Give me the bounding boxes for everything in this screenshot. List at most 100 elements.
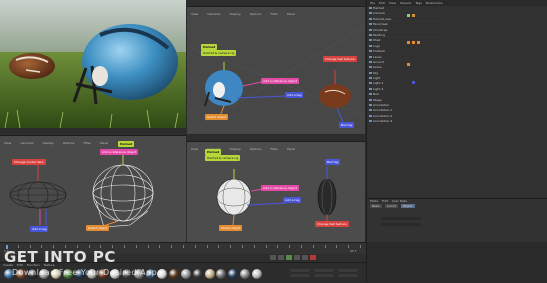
object-icon — [369, 114, 372, 117]
object-tree: Helmet Camera Helmet_Geo Facemask Chinstrap P… — [367, 6, 445, 125]
note-ball-tag[interactable]: Ball tag — [339, 122, 355, 128]
object-label: Annotation — [373, 103, 390, 108]
prev-frame-icon[interactable] — [278, 255, 284, 260]
timeline-tick — [324, 245, 326, 248]
material-swatch[interactable] — [204, 269, 215, 279]
record-icon[interactable] — [310, 255, 316, 260]
menu-objects[interactable]: Objects — [400, 1, 411, 5]
render-image — [0, 0, 186, 128]
attribute-field[interactable] — [381, 217, 421, 220]
note-select[interactable]: Select object — [86, 225, 110, 231]
timeline-tick — [277, 245, 279, 248]
attributes-manager[interactable]: Mode Edit User Data Basic Coord Object — [366, 198, 547, 243]
coord-field[interactable] — [290, 269, 310, 272]
play-icon[interactable] — [286, 255, 292, 260]
object-label: Annotation.2 — [373, 113, 393, 118]
viewport-perspective-bottom-left[interactable]: View Cameras Display Options Filter Pane… — [0, 129, 186, 242]
object-icon — [369, 55, 372, 58]
note-tag[interactable]: Add a tag — [285, 92, 304, 98]
menu-bookmarks[interactable]: Bookmarks — [426, 1, 443, 5]
object-label: Grass — [373, 65, 382, 70]
note-change-model[interactable]: Change model here — [12, 159, 46, 165]
object-icon — [369, 120, 372, 123]
timeline-tick — [348, 245, 350, 248]
timeline-tick — [336, 245, 338, 248]
frame-end: 90 F — [350, 249, 357, 253]
material-swatch[interactable] — [228, 269, 239, 279]
note-helmet-title[interactable]: Helmet — [118, 141, 135, 147]
coord-field[interactable] — [314, 269, 334, 272]
object-label: Padding — [373, 32, 385, 37]
menu-file[interactable]: File — [370, 1, 375, 5]
object-label: Laces — [373, 54, 382, 59]
helmet-wireframe — [92, 164, 154, 228]
menu-user-data[interactable]: User Data — [392, 199, 407, 203]
object-label: Annotation.1 — [373, 108, 393, 113]
note-ball-texture[interactable]: Change ball texture — [315, 221, 349, 227]
coord-field[interactable] — [290, 274, 310, 277]
coord-field[interactable] — [338, 274, 358, 277]
menu-view[interactable]: View — [389, 1, 396, 5]
fast-forward-icon[interactable] — [302, 255, 308, 260]
attribute-field[interactable] — [381, 223, 421, 226]
note-reference[interactable]: Add a reference object — [100, 149, 139, 155]
note-ball-texture[interactable]: Change ball texture — [323, 56, 357, 62]
object-icon — [369, 23, 372, 26]
coord-field[interactable] — [314, 274, 334, 277]
note-select[interactable]: Select object — [205, 114, 229, 120]
timeline-tick — [147, 245, 149, 248]
transport-controls — [270, 255, 316, 260]
material-swatch[interactable] — [181, 269, 191, 279]
rewind-icon[interactable] — [270, 255, 276, 260]
timeline-tick — [206, 245, 208, 248]
menu-edit[interactable]: Edit — [379, 1, 385, 5]
note-helmet[interactable]: Helmet & camera rig — [201, 50, 237, 56]
object-label: Stage — [373, 97, 382, 102]
object-label: Shell — [373, 38, 381, 43]
material-swatch[interactable] — [192, 269, 203, 279]
object-manager[interactable]: File Edit View Objects Tags Bookmarks He… — [366, 0, 547, 198]
render-viewport[interactable] — [0, 0, 186, 128]
viewport-perspective-bottom-right[interactable]: View Cameras Display Options Filter Pane… — [187, 135, 365, 242]
object-label: Football — [373, 49, 385, 54]
coord-field[interactable] — [338, 269, 358, 272]
material-swatch[interactable] — [169, 269, 180, 279]
viewport-perspective-top[interactable]: View Cameras Display Options Filter Pane… — [187, 0, 365, 134]
menu-edit[interactable]: Edit — [382, 199, 388, 203]
material-swatch[interactable] — [251, 269, 262, 279]
football-model — [319, 84, 351, 108]
watermark-subtitle: Download Free Your Desired App — [12, 268, 158, 277]
menu-mode[interactable]: Mode — [370, 199, 378, 203]
object-label: Light — [373, 76, 381, 81]
menu-tags[interactable]: Tags — [415, 1, 422, 5]
timeline-tick — [289, 245, 291, 248]
tab-coord[interactable]: Coord — [384, 204, 398, 208]
material-swatch[interactable] — [240, 269, 250, 279]
material-swatch[interactable] — [216, 269, 227, 279]
object-icon — [369, 12, 372, 15]
object-label: Annotation.3 — [373, 119, 393, 124]
object-label: Null — [373, 92, 379, 97]
material-swatch[interactable] — [157, 269, 168, 279]
object-icon — [369, 109, 372, 112]
note-tag[interactable]: Add a tag — [30, 226, 49, 232]
timeline-tick — [218, 245, 220, 248]
object-icon — [369, 60, 372, 63]
object-icon — [369, 33, 372, 36]
object-label: Light.2 — [373, 86, 384, 91]
timeline-tick — [230, 245, 232, 248]
next-frame-icon[interactable] — [294, 255, 300, 260]
watermark-title: GET INTO PC — [4, 248, 116, 266]
note-helmet[interactable]: Helmet & camera rig — [205, 155, 241, 161]
object-row[interactable]: Annotation.3 — [367, 119, 445, 125]
note-ball-tag[interactable]: Ball tag — [325, 159, 341, 165]
tab-basic[interactable]: Basic — [370, 204, 382, 208]
note-reference[interactable]: Add a reference object — [261, 185, 300, 191]
timeline-tick — [135, 245, 137, 248]
note-tag[interactable]: Add a tag — [283, 197, 302, 203]
object-label: Chinstrap — [373, 27, 388, 32]
note-select[interactable]: Select object — [219, 225, 243, 231]
tab-object[interactable]: Object — [400, 204, 415, 208]
note-reference[interactable]: Add a reference object — [261, 78, 300, 84]
object-label: Logo — [373, 43, 381, 48]
